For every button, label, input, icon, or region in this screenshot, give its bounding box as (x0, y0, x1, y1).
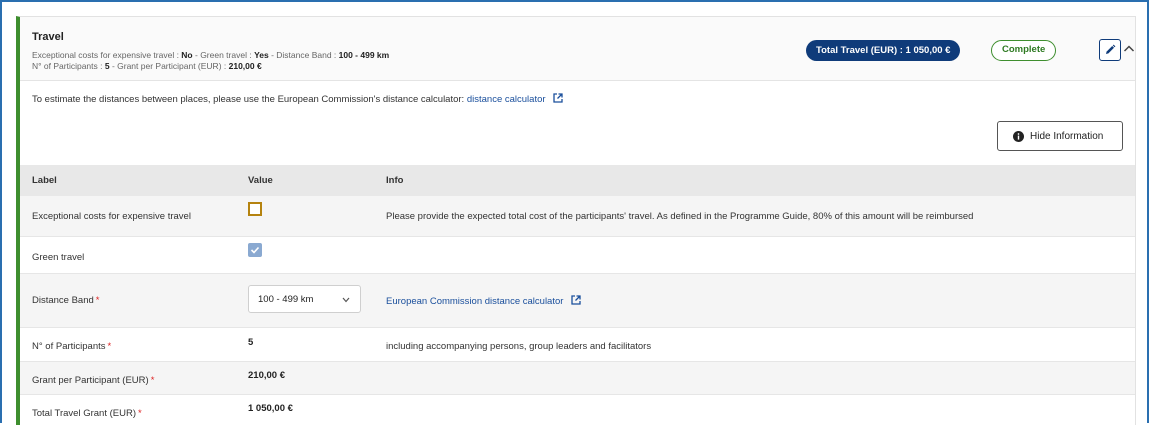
summary-label: N° of Participants : (32, 61, 105, 71)
summary-line-1: Exceptional costs for expensive travel :… (32, 50, 389, 60)
hide-information-label: Hide Information (1030, 131, 1104, 142)
header-value: Value (248, 175, 273, 186)
summary-value: 100 - 499 km (338, 50, 390, 60)
select-value: 100 - 499 km (258, 294, 314, 305)
row-label: Green travel (32, 252, 85, 263)
label-text: N° of Participants (32, 341, 106, 352)
distance-calculator-link[interactable]: European Commission distance calculator (386, 296, 563, 307)
summary-value: 210,00 € (228, 61, 262, 71)
row-label: N° of Participants * (32, 341, 111, 352)
info-circle-icon (1013, 131, 1024, 142)
label-text: Total Travel Grant (EUR) (32, 408, 136, 419)
required-mark: * (95, 295, 100, 306)
external-link-icon[interactable] (571, 295, 581, 305)
hide-information-button[interactable]: Hide Information (997, 121, 1123, 151)
summary-label: - Grant per Participant (EUR) : (109, 61, 229, 71)
required-mark: * (138, 408, 142, 419)
row-label: Total Travel Grant (EUR) * (32, 408, 142, 419)
summary-label: - Green travel : (192, 50, 255, 60)
status-badge: Complete (991, 40, 1057, 61)
chevron-up-icon (1123, 45, 1135, 52)
chevron-down-icon (342, 297, 350, 303)
row-label: Exceptional costs for expensive travel (32, 211, 191, 222)
row-label: Distance Band * (32, 295, 100, 306)
info-sentence: To estimate the distances between places… (32, 94, 467, 105)
row-info: European Commission distance calculator (386, 295, 581, 307)
green-travel-checkbox[interactable] (248, 243, 262, 257)
travel-header[interactable]: Travel Exceptional costs for expensive t… (20, 17, 1135, 81)
edit-button[interactable] (1099, 39, 1121, 61)
total-grant-value: 1 050,00 € (248, 403, 293, 414)
row-label: Grant per Participant (EUR) * (32, 375, 154, 386)
header-info: Info (386, 175, 404, 186)
travel-panel: Travel Exceptional costs for expensive t… (16, 16, 1136, 425)
required-mark: * (150, 375, 155, 386)
table-row: Distance Band * 100 - 499 km European Com… (20, 274, 1135, 328)
distance-calculator-link[interactable]: distance calculator (467, 94, 546, 105)
distance-band-select[interactable]: 100 - 499 km (248, 285, 361, 313)
pencil-icon (1106, 44, 1116, 54)
exceptional-costs-checkbox[interactable] (248, 202, 262, 216)
summary-value: No (181, 50, 193, 60)
window-frame: Travel Exceptional costs for expensive t… (0, 0, 1149, 425)
required-mark: * (107, 341, 112, 352)
label-text: Distance Band (32, 295, 94, 306)
label-text: Grant per Participant (EUR) (32, 375, 149, 386)
table-row: N° of Participants * 5 including accompan… (20, 328, 1135, 362)
table-row: Total Travel Grant (EUR) * 1 050,00 € (20, 395, 1135, 426)
travel-table: Label Value Info Exceptional costs for e… (20, 165, 1135, 426)
total-travel-badge: Total Travel (EUR) : 1 050,00 € (806, 40, 961, 61)
row-info: including accompanying persons, group le… (386, 341, 652, 352)
external-link-icon[interactable] (553, 93, 563, 103)
table-header: Label Value Info (20, 165, 1135, 196)
table-row: Grant per Participant (EUR) * 210,00 € (20, 362, 1135, 395)
grant-value: 210,00 € (248, 370, 285, 381)
row-info: Please provide the expected total cost o… (386, 211, 974, 222)
table-row: Green travel (20, 237, 1135, 274)
info-text: To estimate the distances between places… (32, 93, 563, 105)
summary-value: Yes (254, 50, 269, 60)
table-row: Exceptional costs for expensive travel P… (20, 196, 1135, 237)
summary-line-2: N° of Participants : 5 - Grant per Parti… (32, 61, 262, 71)
checkmark-icon (250, 246, 260, 254)
header-label: Label (32, 175, 57, 186)
participants-value: 5 (248, 337, 254, 348)
section-title: Travel (32, 31, 64, 43)
summary-label: Exceptional costs for expensive travel : (32, 50, 182, 60)
summary-label: - Distance Band : (268, 50, 339, 60)
collapse-button[interactable] (1122, 42, 1136, 56)
